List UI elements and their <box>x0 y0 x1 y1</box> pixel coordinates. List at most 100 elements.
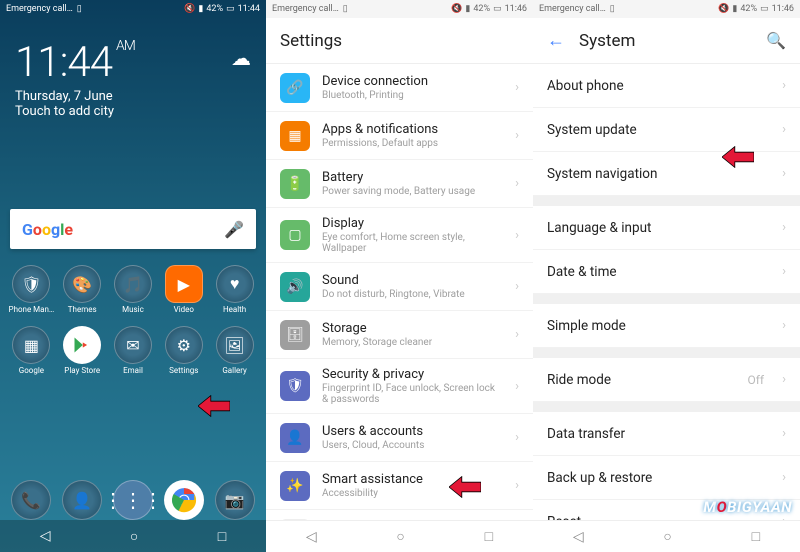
dock-contacts[interactable]: 👤 <box>57 480 108 520</box>
chevron-right-icon: › <box>782 318 786 333</box>
nav-recent[interactable]: □ <box>485 528 493 545</box>
heart-icon: ♥ <box>216 265 254 303</box>
settings-list: 🔗Device connectionBluetooth, Printing›▦A… <box>266 64 533 552</box>
chevron-right-icon: › <box>515 279 519 294</box>
row-icon: 🔋 <box>280 169 310 199</box>
nav-recent[interactable]: □ <box>752 528 760 545</box>
system-row-system-navigation[interactable]: System navigation› <box>533 152 800 196</box>
chevron-right-icon: › <box>782 78 786 93</box>
settings-row-display[interactable]: ▢DisplayEye comfort, Home screen style, … <box>266 208 533 263</box>
sim-icon: ▯ <box>77 4 82 14</box>
chevron-right-icon: › <box>515 379 519 394</box>
sim-icon: ▯ <box>610 4 615 14</box>
settings-row-storage[interactable]: 🗄StorageMemory, Storage cleaner› <box>266 311 533 359</box>
row-icon: 🗄 <box>280 320 310 350</box>
mute-icon: 🔇 <box>718 4 729 14</box>
app-themes[interactable]: 🎨Themes <box>57 265 108 314</box>
search-icon[interactable]: 🔍 <box>766 31 786 50</box>
play-icon: ▶ <box>165 265 203 303</box>
row-icon: ▢ <box>280 220 310 250</box>
app-google-folder[interactable]: ▦Google <box>6 326 57 375</box>
clock-widget[interactable]: 11:44AM Thursday, 7 June Touch to add ci… <box>0 18 266 129</box>
shield-icon: 🛡 <box>12 265 50 303</box>
app-play-store[interactable]: Play Store <box>57 326 108 375</box>
folder-icon: ▦ <box>12 326 50 364</box>
clock-ampm: AM <box>116 38 135 54</box>
settings-row-sound[interactable]: 🔊SoundDo not disturb, Ringtone, Vibrate› <box>266 263 533 311</box>
system-row-about-phone[interactable]: About phone› <box>533 64 800 108</box>
app-settings[interactable]: ⚙Settings <box>158 326 209 375</box>
system-row-ride-mode[interactable]: Ride modeOff› <box>533 358 800 402</box>
settings-row-device-connection[interactable]: 🔗Device connectionBluetooth, Printing› <box>266 64 533 112</box>
dock-phone[interactable]: 📞 <box>6 480 57 520</box>
settings-row-smart-assistance[interactable]: ✨Smart assistanceAccessibility› <box>266 462 533 510</box>
row-icon: ▦ <box>280 121 310 151</box>
highlight-arrow-settings <box>198 395 230 417</box>
chevron-right-icon: › <box>515 228 519 243</box>
settings-row-security-privacy[interactable]: 🛡Security & privacyFingerprint ID, Face … <box>266 359 533 414</box>
dock-camera[interactable]: 📷 <box>209 480 260 520</box>
signal-icon: ▮ <box>198 4 203 14</box>
contacts-icon: 👤 <box>62 480 102 520</box>
system-header: ← System 🔍 <box>533 18 800 64</box>
app-video[interactable]: ▶Video <box>158 265 209 314</box>
nav-home[interactable]: ○ <box>130 528 138 545</box>
system-row-data-transfer[interactable]: Data transfer› <box>533 412 800 456</box>
nav-bar: ◁ ○ □ <box>266 520 533 552</box>
row-icon: ✨ <box>280 471 310 501</box>
settings-row-users-accounts[interactable]: 👤Users & accountsUsers, Cloud, Accounts› <box>266 414 533 462</box>
battery-icon: ▭ <box>493 4 502 14</box>
nav-recent[interactable]: □ <box>218 528 226 545</box>
row-icon: 👤 <box>280 423 310 453</box>
chevron-right-icon: › <box>515 80 519 95</box>
system-screen: Emergency call…▯ 🔇▮42%▭11:46 ← System 🔍 … <box>533 0 800 552</box>
page-title: Settings <box>280 31 342 51</box>
app-health[interactable]: ♥Health <box>209 265 260 314</box>
app-music[interactable]: 🎵Music <box>108 265 159 314</box>
chevron-right-icon: › <box>782 372 786 387</box>
row-icon: 🔊 <box>280 272 310 302</box>
settings-screen: Emergency call…▯ 🔇▮42%▭11:46 Settings 🔗D… <box>266 0 533 552</box>
back-button[interactable]: ← <box>547 30 565 51</box>
chevron-right-icon: › <box>782 426 786 441</box>
brush-icon: 🎨 <box>63 265 101 303</box>
chevron-right-icon: › <box>782 166 786 181</box>
system-row-system-update[interactable]: System update› <box>533 108 800 152</box>
chevron-right-icon: › <box>515 176 519 191</box>
app-gallery[interactable]: 🖼Gallery <box>209 326 260 375</box>
nav-home[interactable]: ○ <box>396 528 404 545</box>
nav-back[interactable]: ◁ <box>306 529 317 545</box>
dock-apps[interactable]: ⋮⋮⋮ <box>108 480 159 520</box>
chevron-right-icon: › <box>782 264 786 279</box>
settings-row-apps-notifications[interactable]: ▦Apps & notificationsPermissions, Defaul… <box>266 112 533 160</box>
google-search-bar[interactable]: Google 🎤 <box>10 209 256 249</box>
system-row-date-time[interactable]: Date & time› <box>533 250 800 294</box>
weather-icon: ☁ <box>231 46 251 70</box>
system-list: About phone›System update›System navigat… <box>533 64 800 552</box>
system-row-back-up-restore[interactable]: Back up & restore› <box>533 456 800 500</box>
signal-icon: ▮ <box>465 4 470 14</box>
status-bar: Emergency call…▯ 🔇▮42%▭11:46 <box>533 0 800 18</box>
status-bar: Emergency call…▯ 🔇▮42%▭11:44 <box>0 0 266 18</box>
nav-bar: ◁ ○ □ <box>533 520 800 552</box>
app-email[interactable]: ✉Email <box>108 326 159 375</box>
gallery-icon: 🖼 <box>216 326 254 364</box>
system-row-language-input[interactable]: Language & input› <box>533 206 800 250</box>
watermark: MOBIGYAAN <box>703 498 792 516</box>
page-title: System <box>579 31 635 51</box>
status-bar: Emergency call…▯ 🔇▮42%▭11:46 <box>266 0 533 18</box>
mic-icon[interactable]: 🎤 <box>224 220 244 239</box>
nav-bar: ◁ ○ □ <box>0 520 266 552</box>
nav-back[interactable]: ◁ <box>40 528 51 544</box>
gear-icon: ⚙ <box>165 326 203 364</box>
system-row-simple-mode[interactable]: Simple mode› <box>533 304 800 348</box>
dock-chrome[interactable] <box>158 480 209 520</box>
chevron-right-icon: › <box>782 220 786 235</box>
home-screen: Emergency call…▯ 🔇▮42%▭11:44 11:44AM Thu… <box>0 0 266 552</box>
battery-icon: ▭ <box>760 4 769 14</box>
playstore-icon <box>63 326 101 364</box>
nav-home[interactable]: ○ <box>663 528 671 545</box>
app-phone-manager[interactable]: 🛡Phone Man… <box>6 265 57 314</box>
settings-row-battery[interactable]: 🔋BatteryPower saving mode, Battery usage… <box>266 160 533 208</box>
nav-back[interactable]: ◁ <box>573 529 584 545</box>
